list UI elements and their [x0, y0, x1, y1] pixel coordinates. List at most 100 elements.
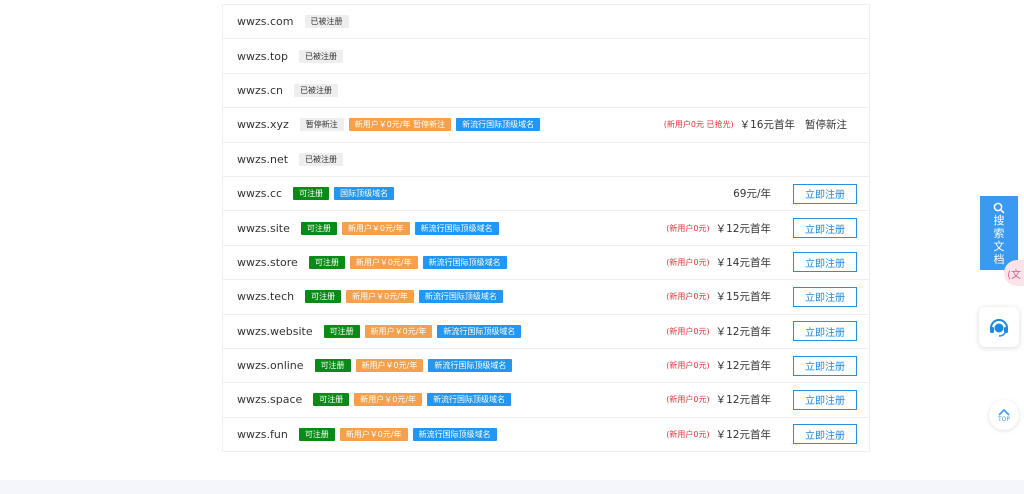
headset-icon — [990, 319, 1008, 337]
status-badge: 新用户￥0元/年 — [355, 359, 424, 373]
domain-pricing: (新用户0元) ￥12元首年 立即注册 — [666, 211, 857, 244]
domain-row: wwzs.cn 已被注册 — [223, 74, 869, 109]
status-badge: 新用户￥0元/年 — [354, 393, 423, 407]
domain-name: wwzs.xyz — [237, 118, 289, 132]
domain-pricing: 69元/年 立即注册 — [733, 177, 857, 210]
status-badge: 可注册 — [313, 393, 350, 407]
search-icon — [993, 202, 1005, 214]
domain-name: wwzs.net — [237, 152, 289, 166]
status-badge: 新用户￥0元/年 — [339, 427, 408, 441]
status-badge: 可注册 — [298, 427, 335, 441]
domain-list: wwzs.com 已被注册 wwzs.top 已被注册 wwzs.cn 已被注册 wwzs.… — [222, 4, 870, 453]
domain-row: wwzs.net 已被注册 — [223, 143, 869, 177]
domain-price: ￥12元首年 — [715, 360, 771, 373]
status-badge: 新流行国际顶级域名 — [414, 221, 499, 235]
promo-note: (新用户0元 已抢光) — [663, 120, 734, 130]
promo-note: (新用户0元) — [666, 292, 710, 302]
status-badge: 新用户￥0元/年 — [346, 290, 414, 304]
status-badge: 新流行国际顶级域名 — [422, 255, 507, 269]
register-button[interactable]: 立即注册 — [793, 183, 857, 204]
status-badge: 可注册 — [314, 359, 351, 373]
domain-row: wwzs.top 已被注册 — [223, 39, 869, 74]
domain-row: wwzs.site 可注册 新用户￥0元/年 新流行国际顶级域名 (新用户0元) ￥12元… — [223, 211, 869, 246]
search-docs-label: 搜索文档 — [993, 214, 1005, 266]
domain-name: wwzs.space — [237, 393, 303, 407]
status-badge: 新用户￥0元/年 — [341, 221, 410, 235]
domain-pricing: (新用户0元) ￥14元首年 立即注册 — [666, 246, 857, 279]
status-badge: 已被注册 — [294, 83, 339, 97]
domain-price: ￥15元首年 — [715, 291, 771, 304]
status-badge: 可注册 — [308, 255, 345, 269]
domain-price: ￥16元首年 — [739, 119, 795, 132]
status-badge: 国际顶级域名 — [334, 187, 395, 201]
promo-note: (新用户0元) — [666, 395, 710, 405]
status-badge: 新流行国际顶级域名 — [456, 118, 541, 132]
status-badge: 新用户￥0元/年 — [349, 255, 418, 269]
domain-price: ￥12元首年 — [715, 428, 771, 441]
register-button[interactable]: 立即注册 — [793, 389, 857, 410]
customer-service-button[interactable] — [979, 307, 1019, 347]
register-button[interactable]: 立即注册 — [793, 218, 857, 239]
status-badge: 新流行国际顶级域名 — [412, 427, 497, 441]
back-to-top-label: TOP — [997, 415, 1010, 423]
register-button[interactable]: 立即注册 — [793, 252, 857, 273]
domain-price: ￥12元首年 — [715, 222, 771, 235]
status-badge: 新用户￥0元/年 — [364, 324, 433, 338]
domain-pricing: (新用户0元) ￥12元首年 立即注册 — [666, 315, 857, 348]
status-badge: 已被注册 — [299, 152, 344, 166]
status-badge: 暂停新注 — [299, 118, 344, 132]
domain-name: wwzs.fun — [237, 427, 288, 441]
domain-pricing: (新用户0元) ￥12元首年 立即注册 — [666, 349, 857, 382]
domain-pricing: (新用户0元 已抢光) ￥16元首年 暂停新注 — [664, 108, 857, 141]
domain-price: 69元/年 — [733, 188, 771, 201]
domain-pricing: (新用户0元) ￥15元首年 立即注册 — [666, 280, 857, 313]
domain-row: wwzs.com 已被注册 — [223, 5, 869, 40]
domain-row: wwzs.space 可注册 新用户￥0元/年 新流行国际顶级域名 (新用户0元) ￥12… — [223, 383, 869, 418]
domain-status: 暂停新注 — [805, 119, 847, 132]
back-to-top-button[interactable]: TOP — [989, 400, 1019, 430]
status-badge: 可注册 — [305, 290, 342, 304]
translate-tab[interactable]: ⟨文 — [1004, 260, 1024, 286]
domain-name: wwzs.site — [237, 221, 290, 235]
translate-tab-label: ⟨文 — [1007, 269, 1021, 281]
domain-row: wwzs.online 可注册 新用户￥0元/年 新流行国际顶级域名 (新用户0元) ￥1… — [223, 349, 869, 384]
footer-strip — [0, 480, 1024, 494]
promo-note: (新用户0元) — [666, 326, 710, 336]
domain-pricing: (新用户0元) ￥12元首年 立即注册 — [666, 383, 857, 416]
promo-note: (新用户0元) — [666, 361, 710, 371]
status-badge: 新流行国际顶级域名 — [437, 324, 522, 338]
domain-name: wwzs.online — [237, 359, 304, 373]
domain-pricing: (新用户0元) ￥12元首年 立即注册 — [666, 418, 857, 451]
domain-price: ￥12元首年 — [715, 325, 771, 338]
domain-name: wwzs.com — [237, 15, 294, 29]
domain-row: wwzs.tech 可注册 新用户￥0元/年 新流行国际顶级域名 (新用户0元) ￥15元… — [223, 280, 869, 315]
status-badge: 新流行国际顶级域名 — [418, 290, 503, 304]
status-badge: 可注册 — [323, 324, 360, 338]
domain-row: wwzs.website 可注册 新用户￥0元/年 新流行国际顶级域名 (新用户0元) ￥… — [223, 315, 869, 349]
register-button[interactable]: 立即注册 — [793, 424, 857, 445]
status-badge: 新流行国际顶级域名 — [427, 393, 512, 407]
status-badge: 可注册 — [300, 221, 337, 235]
register-button[interactable]: 立即注册 — [793, 321, 857, 342]
register-button[interactable]: 立即注册 — [793, 355, 857, 376]
domain-name: wwzs.cc — [237, 187, 283, 201]
status-badge: 新流行国际顶级域名 — [428, 359, 513, 373]
search-docs-button[interactable]: 搜索文档 — [980, 196, 1018, 270]
status-badge: 可注册 — [293, 187, 330, 201]
arrow-up-icon — [998, 408, 1010, 416]
status-badge: 已被注册 — [304, 15, 349, 29]
promo-note: (新用户0元) — [666, 223, 710, 233]
domain-name: wwzs.top — [237, 49, 289, 63]
domain-row: wwzs.xyz 暂停新注 新用户￥0元/年 暂停新注 新流行国际顶级域名 (新用户0元… — [223, 108, 869, 143]
promo-note: (新用户0元) — [666, 257, 710, 267]
domain-name: wwzs.website — [237, 324, 313, 338]
register-button[interactable]: 立即注册 — [793, 286, 857, 307]
domain-row: wwzs.cc 可注册 国际顶级域名 69元/年 立即注册 — [223, 177, 869, 212]
domain-name: wwzs.tech — [237, 290, 295, 304]
domain-row: wwzs.store 可注册 新用户￥0元/年 新流行国际顶级域名 (新用户0元) ￥14… — [223, 246, 869, 281]
domain-price: ￥14元首年 — [715, 256, 771, 269]
status-badge: 已被注册 — [299, 49, 344, 63]
domain-row: wwzs.fun 可注册 新用户￥0元/年 新流行国际顶级域名 (新用户0元) ￥12元首… — [223, 418, 869, 453]
domain-name: wwzs.cn — [237, 83, 284, 97]
status-badge: 新用户￥0元/年 暂停新注 — [348, 118, 452, 132]
